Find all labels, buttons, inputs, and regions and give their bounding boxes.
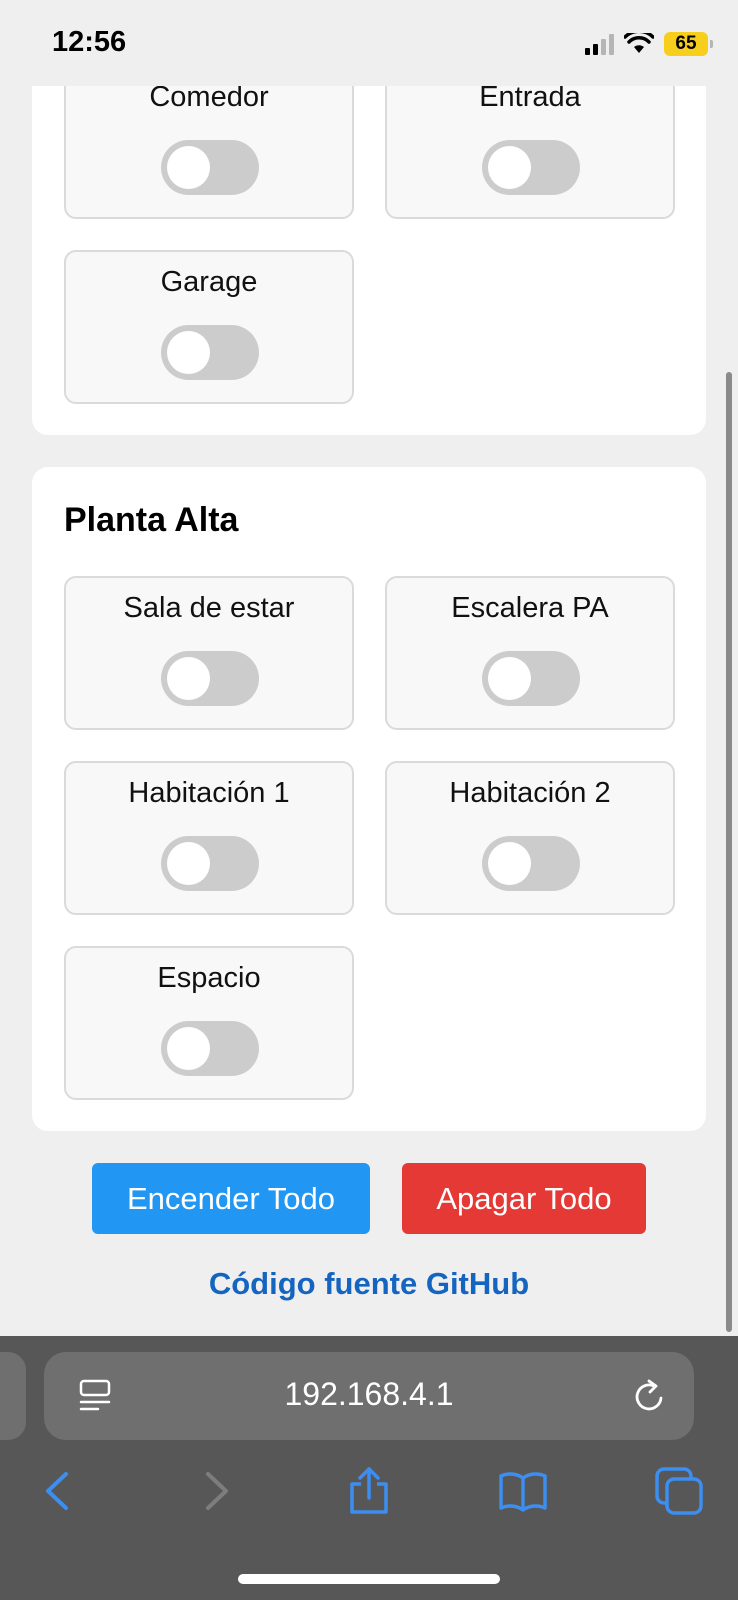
toggle-knob [488,842,531,885]
room-tile: Habitación 1 [64,761,354,915]
room-tile: Escalera PA [385,576,675,730]
section-card-planta-alta: Planta Alta Sala de estar Escalera PA Ha… [32,467,706,1131]
battery-level: 65 [675,33,697,54]
room-label: Habitación 1 [128,777,290,809]
status-icons: 65 [585,32,713,56]
cellular-signal-icon [585,33,614,55]
forward-icon[interactable] [190,1466,240,1516]
toggle-knob [167,1027,210,1070]
room-label: Sala de estar [123,592,295,624]
toggle-knob [488,146,531,189]
url-text: 192.168.4.1 [284,1376,454,1412]
room-label: Espacio [157,962,261,994]
reload-icon[interactable] [632,1376,668,1414]
room-tile: Habitación 2 [385,761,675,915]
toggle-knob [167,146,210,189]
all-on-button[interactable]: Encender Todo [92,1163,370,1234]
all-off-button[interactable]: Apagar Todo [402,1163,646,1234]
bookmarks-icon[interactable] [498,1466,548,1516]
status-time: 12:56 [52,26,127,58]
room-label: Habitación 2 [449,777,611,809]
room-tile: Sala de estar [64,576,354,730]
tabs-icon[interactable] [654,1466,704,1516]
scrollbar[interactable] [726,372,732,1332]
room-toggle-switch[interactable] [161,325,259,380]
toggle-knob [167,842,210,885]
room-label: Escalera PA [451,592,609,624]
room-toggle-switch[interactable] [161,836,259,891]
battery-icon: 65 [664,32,713,56]
room-toggle-switch[interactable] [482,651,580,706]
status-bar: 12:56 65 [0,0,738,86]
room-label: Garage [160,266,258,298]
toggle-knob [167,331,210,374]
room-tile: Comedor [64,65,354,219]
section-card-top: Comedor Entrada Garage [32,60,706,435]
browser-toolbar: 192.168.4.1 [0,1336,738,1600]
github-source-link[interactable]: Código fuente GitHub [0,1266,738,1302]
previous-tab-peek[interactable] [0,1352,26,1440]
room-toggle-switch[interactable] [482,836,580,891]
room-tile: Entrada [385,65,675,219]
room-toggle-switch[interactable] [161,651,259,706]
address-bar[interactable]: 192.168.4.1 [44,1352,694,1440]
room-toggle-switch[interactable] [482,140,580,195]
toggle-knob [167,657,210,700]
room-tile: Garage [64,250,354,404]
section-title: Planta Alta [64,501,239,539]
room-tile: Espacio [64,946,354,1100]
back-icon[interactable] [34,1466,84,1516]
wifi-icon [624,33,654,53]
room-toggle-switch[interactable] [161,140,259,195]
share-icon[interactable] [344,1466,394,1516]
home-indicator [238,1574,500,1584]
toggle-knob [488,657,531,700]
room-toggle-switch[interactable] [161,1021,259,1076]
